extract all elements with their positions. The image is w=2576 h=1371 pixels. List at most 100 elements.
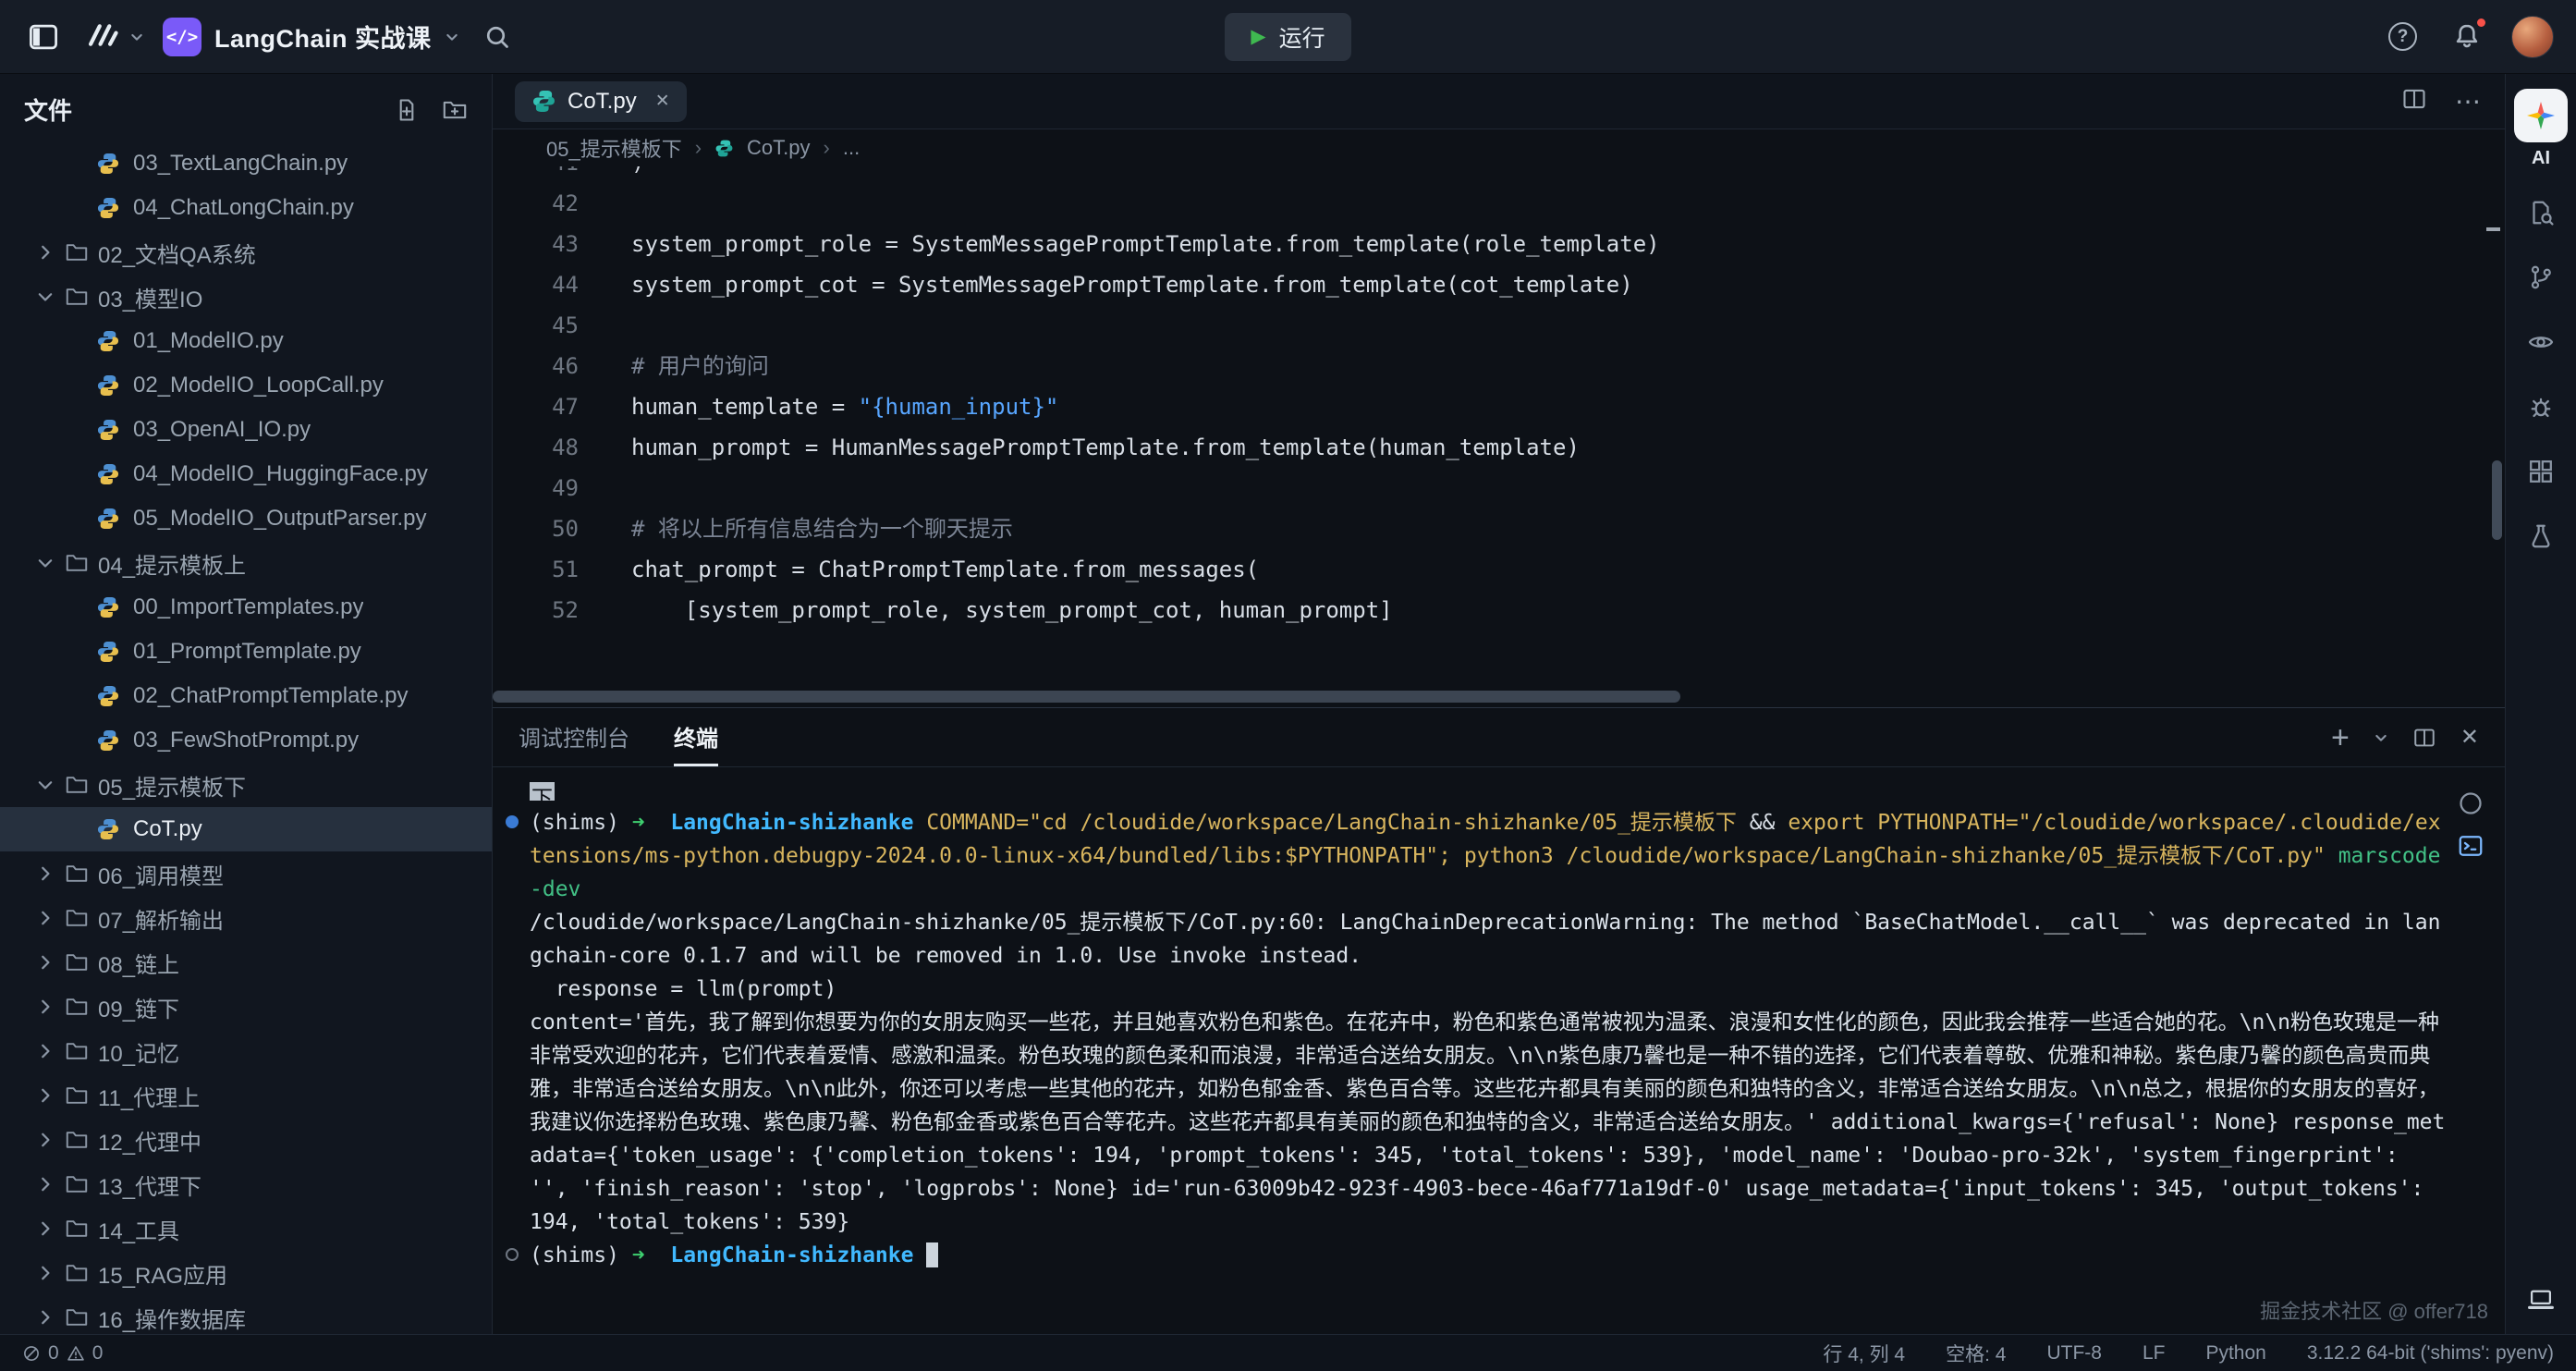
tree-file[interactable]: 05_ModelIO_OutputParser.py: [0, 496, 492, 541]
ai-assistant-button[interactable]: AI: [2514, 89, 2568, 169]
help-button[interactable]: ?: [2383, 17, 2423, 56]
code-line[interactable]: 43system_prompt_role = SystemMessageProm…: [493, 224, 2505, 264]
breadcrumb-folder[interactable]: 05_提示模板下: [546, 133, 682, 163]
terminal-prompt[interactable]: (shims) ➜ LangChain-shizhanke: [511, 1239, 2449, 1272]
new-terminal-button[interactable]: +: [2331, 722, 2350, 753]
breadcrumb-symbol[interactable]: ...: [843, 136, 860, 160]
new-folder-button[interactable]: [442, 97, 468, 123]
code-line[interactable]: 45: [493, 305, 2505, 346]
tree-folder[interactable]: 05_提示模板下: [0, 763, 492, 807]
tree-folder[interactable]: 07_解析输出: [0, 896, 492, 940]
tree-folder[interactable]: 13_代理下: [0, 1162, 492, 1206]
tree-folder[interactable]: 06_调用模型: [0, 851, 492, 896]
code-editor[interactable]: 41)4243system_prompt_role = SystemMessag…: [493, 166, 2505, 707]
code-line[interactable]: 48human_prompt = HumanMessagePromptTempl…: [493, 427, 2505, 468]
code-line[interactable]: 47human_template = "{human_input}": [493, 386, 2505, 427]
chevron-icon: [35, 997, 55, 1017]
line-number: 41: [493, 166, 579, 183]
more-actions-button[interactable]: ⋯: [2455, 86, 2483, 116]
code-line[interactable]: 46# 用户的询问: [493, 346, 2505, 386]
code-line[interactable]: 44system_prompt_cot = SystemMessagePromp…: [493, 264, 2505, 305]
close-panel-button[interactable]: ✕: [2460, 724, 2479, 751]
tab-debug-console[interactable]: 调试控制台: [519, 708, 629, 766]
tree-file[interactable]: 02_ChatPromptTemplate.py: [0, 674, 492, 718]
play-icon: ▶: [1251, 25, 1265, 48]
split-terminal-button[interactable]: [2412, 726, 2436, 750]
tree-folder[interactable]: 10_记忆: [0, 1029, 492, 1073]
tree-folder[interactable]: 11_代理上: [0, 1073, 492, 1118]
problems-indicator[interactable]: 0 0: [22, 1342, 103, 1365]
line-number: 52: [493, 590, 579, 630]
line-number: 42: [493, 183, 579, 224]
workspace-switcher[interactable]: </> LangChain 实战课: [163, 18, 459, 56]
run-button[interactable]: ▶ 运行: [1225, 13, 1350, 61]
new-file-button[interactable]: [394, 97, 420, 123]
notifications-button[interactable]: [2447, 17, 2487, 57]
tree-file[interactable]: 02_ModelIO_LoopCall.py: [0, 363, 492, 408]
search-files-button[interactable]: [2520, 191, 2562, 234]
tree-folder[interactable]: 14_工具: [0, 1206, 492, 1251]
tree-folder[interactable]: 02_文档QA系统: [0, 230, 492, 275]
code-line[interactable]: 42: [493, 183, 2505, 224]
chevron-icon: [35, 1085, 55, 1106]
tree-folder[interactable]: 08_链上: [0, 940, 492, 985]
editor-tab-cot[interactable]: CoT.py ✕: [515, 81, 687, 122]
terminal-output: content='首先，我了解到你想要为你的女朋友购买一些花，并且她喜欢粉色和紫…: [511, 1006, 2449, 1239]
tree-item-label: 14_工具: [98, 1213, 179, 1245]
sidebar-toggle-button[interactable]: [22, 16, 65, 58]
tree-file[interactable]: 00_ImportTemplates.py: [0, 585, 492, 630]
terminal-dropdown-icon[interactable]: [2374, 730, 2388, 745]
testing-button[interactable]: [2520, 515, 2562, 557]
tree-folder[interactable]: 16_操作数据库: [0, 1295, 492, 1334]
code-line[interactable]: 49: [493, 468, 2505, 508]
tree-folder[interactable]: 09_链下: [0, 985, 492, 1029]
line-number: 43: [493, 224, 579, 264]
code-line[interactable]: 50# 将以上所有信息结合为一个聊天提示: [493, 508, 2505, 549]
tree-folder[interactable]: 15_RAG应用: [0, 1251, 492, 1295]
tree-folder[interactable]: 12_代理中: [0, 1118, 492, 1162]
tree-file[interactable]: 03_TextLangChain.py: [0, 141, 492, 186]
code-text: [579, 468, 631, 508]
tree-file[interactable]: 01_PromptTemplate.py: [0, 630, 492, 674]
encoding-setting[interactable]: UTF-8: [2046, 1342, 2102, 1365]
code-line[interactable]: 41): [493, 166, 2505, 183]
source-control-button[interactable]: [2520, 256, 2562, 299]
user-avatar[interactable]: [2511, 16, 2554, 58]
tree-item-label: 01_PromptTemplate.py: [133, 639, 361, 665]
folder-icon: [65, 1172, 89, 1196]
tree-file[interactable]: 01_ModelIO.py: [0, 319, 492, 363]
extensions-button[interactable]: [2520, 450, 2562, 493]
language-mode[interactable]: Python: [2205, 1342, 2265, 1365]
terminal-session-python-icon[interactable]: [2457, 790, 2484, 817]
watermark: 掘金技术社区 @ offer718: [2260, 1295, 2488, 1328]
debug-button[interactable]: [2520, 386, 2562, 428]
code-text: # 用户的询问: [579, 346, 769, 386]
horizontal-scrollbar[interactable]: [493, 691, 1680, 703]
chevron-icon: [35, 1307, 55, 1328]
terminal[interactable]: 下 (shims) ➜ LangChain-shizhanke COMMAND=…: [493, 767, 2505, 1334]
terminal-session-active-icon[interactable]: [2457, 832, 2484, 860]
vertical-scrollbar[interactable]: [2492, 460, 2502, 540]
code-line[interactable]: 52 [system_prompt_role, system_prompt_co…: [493, 590, 2505, 630]
close-tab-icon[interactable]: ✕: [655, 91, 670, 112]
remote-desktop-button[interactable]: [2520, 1279, 2562, 1321]
tree-file[interactable]: 03_FewShotPrompt.py: [0, 718, 492, 763]
python-interpreter[interactable]: 3.12.2 64-bit ('shims': pyenv): [2307, 1342, 2554, 1365]
preview-button[interactable]: [2520, 321, 2562, 363]
eye-icon: [2527, 328, 2555, 356]
code-line[interactable]: 51chat_prompt = ChatPromptTemplate.from_…: [493, 549, 2505, 590]
search-button[interactable]: [478, 18, 517, 56]
app-logo-menu[interactable]: [83, 19, 144, 54]
tree-file[interactable]: CoT.py: [0, 807, 492, 851]
eol-setting[interactable]: LF: [2143, 1342, 2166, 1365]
tree-folder[interactable]: 03_模型IO: [0, 275, 492, 319]
split-editor-button[interactable]: [2401, 86, 2427, 116]
breadcrumb-file[interactable]: CoT.py: [747, 136, 810, 160]
cursor-position[interactable]: 行 4, 列 4: [1823, 1340, 1905, 1367]
tree-file[interactable]: 03_OpenAI_IO.py: [0, 408, 492, 452]
tree-folder[interactable]: 04_提示模板上: [0, 541, 492, 585]
tab-terminal[interactable]: 终端: [674, 708, 718, 766]
tree-file[interactable]: 04_ModelIO_HuggingFace.py: [0, 452, 492, 496]
tree-file[interactable]: 04_ChatLongChain.py: [0, 186, 492, 230]
indentation-setting[interactable]: 空格: 4: [1946, 1340, 2006, 1367]
